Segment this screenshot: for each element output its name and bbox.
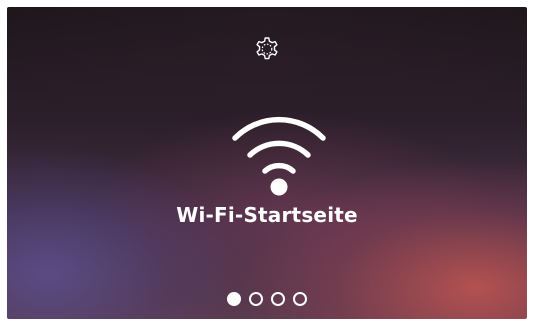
- device-frame: Wi-Fi-Startseite: [0, 0, 534, 326]
- display-screen: Wi-Fi-Startseite: [7, 7, 527, 319]
- settings-button[interactable]: [252, 34, 282, 64]
- page-dot-2[interactable]: [249, 292, 263, 306]
- page-dot-4[interactable]: [293, 292, 307, 306]
- page-dot-3[interactable]: [271, 292, 285, 306]
- page-dot-1[interactable]: [227, 292, 241, 306]
- page-indicator: [7, 292, 527, 308]
- gear-icon: [252, 34, 282, 64]
- page-title: Wi-Fi-Startseite: [176, 203, 358, 227]
- wifi-icon: [227, 111, 331, 197]
